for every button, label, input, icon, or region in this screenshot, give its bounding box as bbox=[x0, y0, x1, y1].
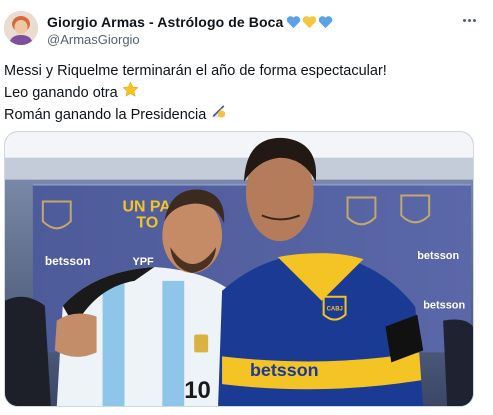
author-avatar[interactable] bbox=[4, 11, 38, 45]
writing-hand-emoji-icon bbox=[210, 103, 228, 127]
shirt-badge-text: CABJ bbox=[327, 307, 343, 313]
sponsor-text-4: betsson bbox=[423, 300, 465, 312]
avatar-image bbox=[4, 11, 38, 45]
shirt-number: 10 bbox=[184, 377, 211, 404]
yellow-heart-icon bbox=[303, 16, 317, 29]
sponsor-text-3: betsson bbox=[417, 250, 459, 262]
heart-badges bbox=[286, 15, 333, 29]
shirt-sponsor: betsson bbox=[250, 360, 319, 380]
more-options-button[interactable] bbox=[459, 12, 479, 28]
tweet-line: Leo ganando otra bbox=[4, 81, 484, 105]
sponsor-text-1: betsson bbox=[45, 254, 91, 268]
author-handle[interactable]: @ArmasGiorgio bbox=[47, 32, 140, 47]
tweet-line-text: Leo ganando otra bbox=[4, 85, 118, 101]
tweet-text: Messi y Riquelme terminarán el año de fo… bbox=[4, 60, 484, 126]
star-emoji-icon bbox=[122, 81, 139, 105]
blue-heart-icon bbox=[319, 16, 333, 29]
tweet-line-text: Román ganando la Presidencia bbox=[4, 107, 207, 123]
banner-text-1: UN PA bbox=[122, 198, 171, 215]
author-name-row: Giorgio Armas - Astrólogo de Boca bbox=[47, 13, 333, 31]
tweet-photo[interactable]: UN PA TO betsson YPF betsson betsson 10 bbox=[4, 131, 474, 407]
blue-heart-icon bbox=[287, 16, 301, 29]
more-dot-icon bbox=[467, 18, 471, 22]
tweet-card[interactable]: Giorgio Armas - Astrólogo de Boca @Armas… bbox=[0, 0, 493, 415]
sponsor-text-2: YPF bbox=[132, 256, 154, 268]
photo-messi-riquelme: UN PA TO betsson YPF betsson betsson 10 bbox=[5, 132, 473, 406]
banner-text-2: TO bbox=[136, 214, 158, 231]
more-dot-icon bbox=[462, 18, 466, 22]
tweet-line: Messi y Riquelme terminarán el año de fo… bbox=[4, 60, 484, 82]
author-display-name[interactable]: Giorgio Armas - Astrólogo de Boca bbox=[47, 14, 283, 30]
tweet-line-text: Messi y Riquelme terminarán el año de fo… bbox=[4, 63, 387, 79]
tweet-line: Román ganando la Presidencia bbox=[4, 104, 484, 126]
more-dot-icon bbox=[472, 18, 476, 22]
